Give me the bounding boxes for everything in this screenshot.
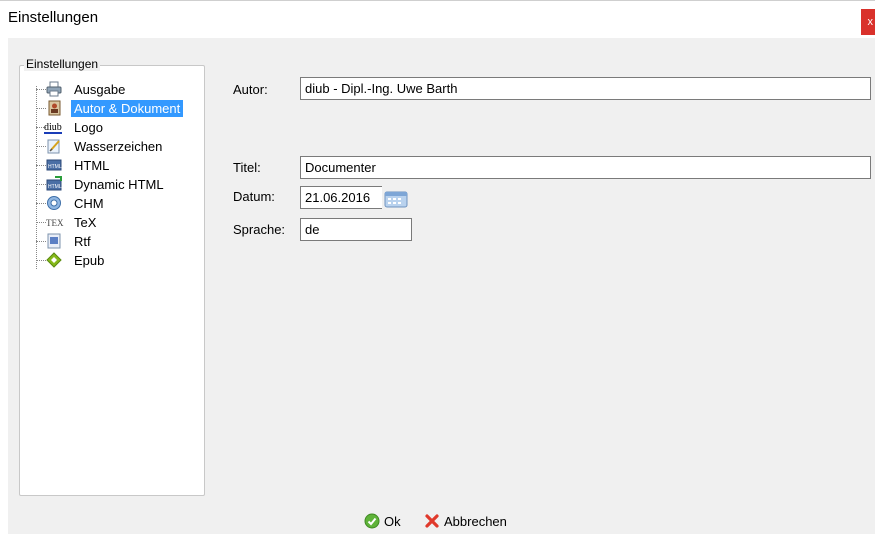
autor-label: Autor: — [233, 82, 268, 97]
tree-item-label: Epub — [74, 253, 105, 268]
tree-item-label: Ausgabe — [74, 82, 126, 97]
ok-button[interactable]: Ok — [364, 513, 401, 531]
calendar-icon[interactable] — [384, 190, 408, 208]
tree-item-logo[interactable]: diub Logo — [26, 118, 206, 137]
svg-text:TEX: TEX — [46, 218, 64, 228]
html-icon: HTML — [46, 159, 62, 171]
author-icon — [48, 100, 61, 116]
tree-item-rtf[interactable]: Rtf — [26, 232, 206, 251]
tree-item-label: Dynamic HTML — [74, 177, 164, 192]
tree-item-label: Rtf — [74, 234, 91, 249]
tree-item-ausgabe[interactable]: Ausgabe — [26, 80, 206, 99]
tree-item-autor-dokument[interactable]: Autor & Dokument — [26, 99, 206, 118]
epub-icon — [46, 252, 62, 268]
autor-input[interactable]: diub - Dipl.-Ing. Uwe Barth — [300, 77, 871, 100]
tree-item-wasserzeichen[interactable]: Wasserzeichen — [26, 137, 206, 156]
cancel-label: Abbrechen — [444, 514, 507, 529]
ok-label: Ok — [384, 514, 401, 529]
tree-item-label: HTML — [74, 158, 110, 173]
tree-item-tex[interactable]: TEX TeX — [26, 213, 206, 232]
svg-text:HTML: HTML — [48, 184, 62, 190]
close-button[interactable]: x — [861, 9, 875, 35]
checkmark-icon — [364, 513, 380, 529]
title-bar: Einstellungen x — [0, 0, 875, 38]
tree-item-label: CHM — [74, 196, 104, 211]
groupbox-title: Einstellungen — [24, 57, 101, 71]
datum-label: Datum: — [233, 189, 275, 204]
window-title: Einstellungen — [8, 9, 99, 26]
svg-text:diub: diub — [44, 122, 62, 133]
titel-input[interactable]: Documenter — [300, 156, 871, 179]
dynamic-html-icon: HTML — [46, 176, 62, 191]
watermark-icon — [47, 139, 60, 154]
datum-input[interactable]: 21.06.2016 — [300, 186, 382, 209]
chm-icon — [47, 196, 61, 210]
tex-icon: TEX — [46, 218, 64, 228]
tree-item-label: Autor & Dokument — [71, 100, 184, 117]
printer-icon — [46, 81, 62, 97]
diub-logo-icon: diub — [44, 122, 62, 134]
tree-item-label: Wasserzeichen — [74, 139, 163, 154]
tree-item-dynamic-html[interactable]: HTML Dynamic HTML — [26, 175, 206, 194]
titel-label: Titel: — [233, 160, 261, 175]
tree-item-chm[interactable]: CHM — [26, 194, 206, 213]
sprache-label: Sprache: — [233, 222, 286, 237]
tree-item-label: TeX — [74, 215, 97, 230]
tree-item-html[interactable]: HTML HTML — [26, 156, 206, 175]
cancel-button[interactable]: Abbrechen — [424, 513, 507, 531]
red-x-icon — [425, 514, 439, 528]
svg-text:HTML: HTML — [48, 164, 62, 170]
rtf-icon — [47, 233, 61, 249]
tree-item-epub[interactable]: Epub — [26, 251, 206, 270]
close-icon: x — [867, 16, 874, 28]
sprache-input[interactable]: de — [300, 218, 412, 241]
tree-item-label: Logo — [74, 120, 103, 135]
